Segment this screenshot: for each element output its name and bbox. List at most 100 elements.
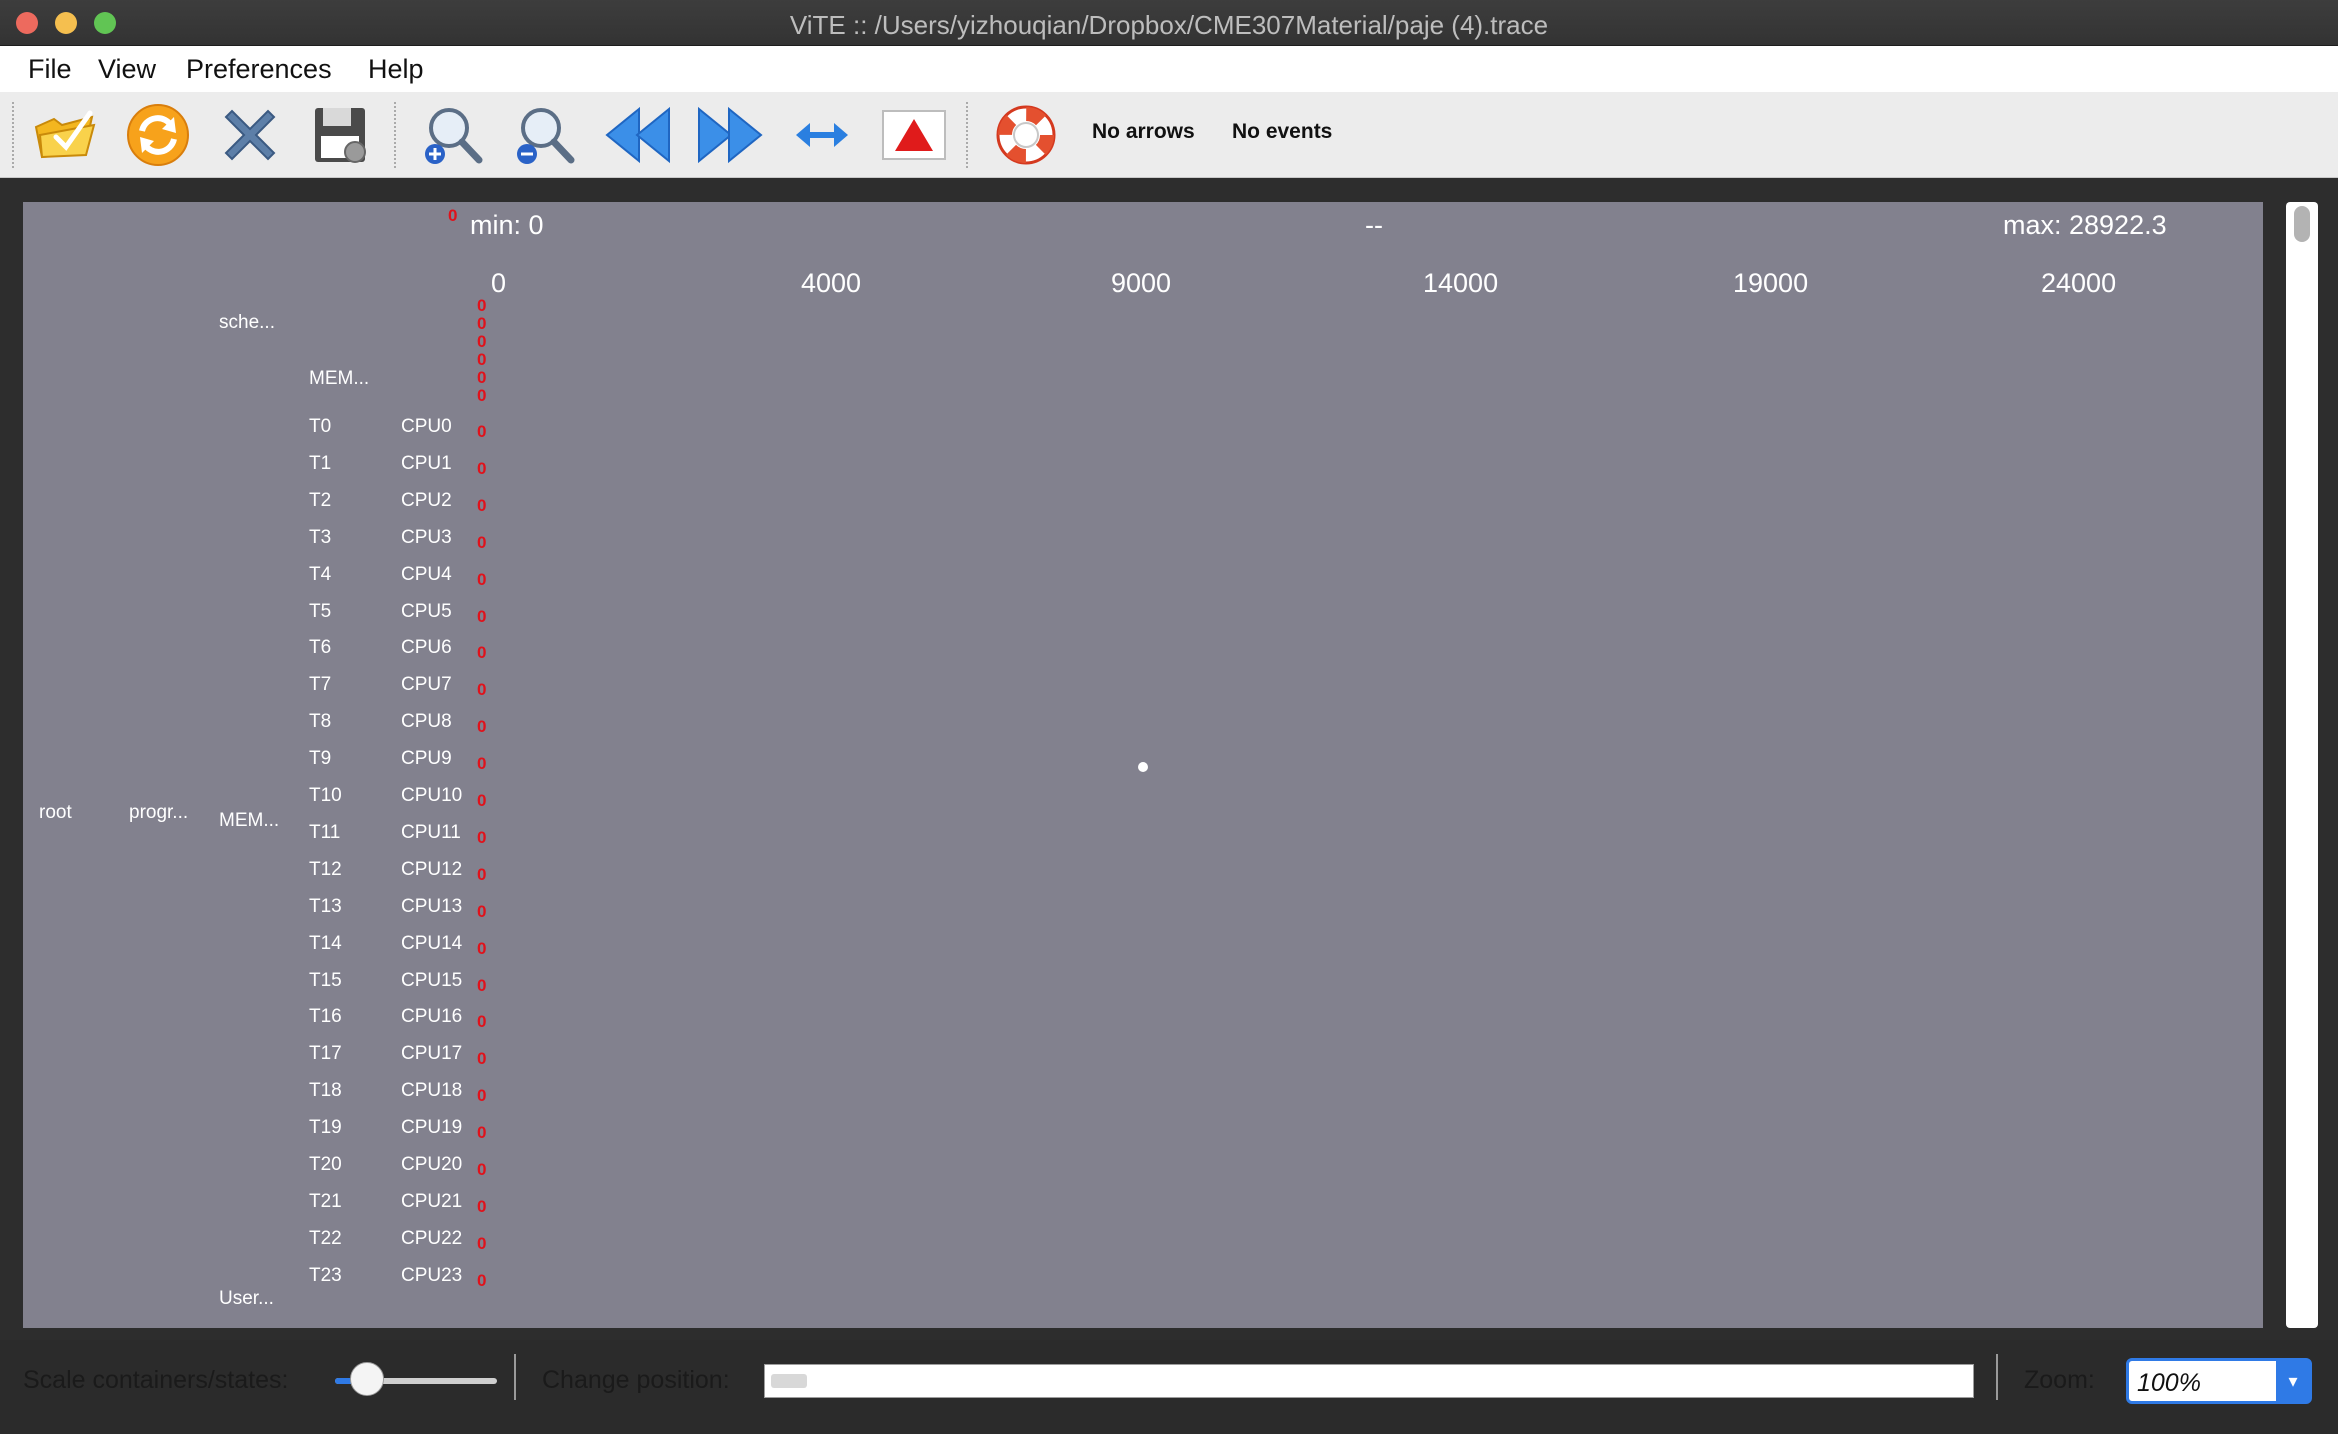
- container-thread[interactable]: T21: [309, 1191, 342, 1213]
- container-thread[interactable]: T0: [309, 416, 331, 438]
- events-toggle[interactable]: No events: [1232, 120, 1332, 144]
- container-cpu[interactable]: CPU1: [401, 453, 452, 475]
- container-thread[interactable]: T1: [309, 453, 331, 475]
- container-thread[interactable]: T4: [309, 564, 331, 586]
- fit-width-button[interactable]: [784, 98, 860, 172]
- close-trace-button[interactable]: [212, 98, 288, 172]
- container-cpu[interactable]: CPU16: [401, 1006, 462, 1028]
- container-cpu[interactable]: CPU11: [401, 822, 461, 844]
- container-thread[interactable]: T6: [309, 637, 331, 659]
- container-cpu[interactable]: CPU12: [401, 859, 462, 881]
- container-cpu[interactable]: CPU19: [401, 1117, 462, 1139]
- window-title: ViTE :: /Users/yizhouqian/Dropbox/CME307…: [789, 10, 1549, 40]
- position-scrollbar-thumb[interactable]: [771, 1374, 807, 1388]
- toolbar-separator: [394, 102, 398, 168]
- time-tick: 24000: [2041, 268, 2117, 298]
- trace-canvas[interactable]: 0 min: 0 -- max: 28922.3 0 4000 9000 140…: [23, 202, 2263, 1328]
- zoom-label: Zoom:: [2024, 1366, 2095, 1394]
- container-thread[interactable]: T20: [309, 1154, 342, 1176]
- container-cpu[interactable]: CPU21: [401, 1191, 462, 1213]
- container-cpu[interactable]: CPU14: [401, 933, 462, 955]
- open-folder-icon: [34, 110, 96, 159]
- goto-end-button[interactable]: [692, 98, 768, 172]
- container-cpu[interactable]: CPU7: [401, 674, 452, 696]
- container-scheduler[interactable]: sche...: [219, 312, 275, 334]
- state-marker: 0: [477, 1160, 487, 1179]
- chevron-down-icon[interactable]: ▾: [2276, 1360, 2310, 1402]
- time-tick: 14000: [1423, 268, 1499, 298]
- container-thread[interactable]: T16: [309, 1006, 342, 1028]
- help-button[interactable]: [988, 98, 1064, 172]
- container-cpu[interactable]: CPU4: [401, 564, 452, 586]
- container-cpu[interactable]: CPU23: [401, 1265, 462, 1287]
- container-cpu[interactable]: CPU13: [401, 896, 462, 918]
- reload-button[interactable]: [120, 98, 196, 172]
- container-thread[interactable]: T22: [309, 1228, 342, 1250]
- container-cpu[interactable]: CPU9: [401, 748, 452, 770]
- container-root[interactable]: root: [39, 802, 72, 824]
- state-marker: 0: [477, 1271, 487, 1290]
- menu-preferences[interactable]: Preferences: [186, 54, 332, 85]
- goto-start-button[interactable]: [600, 98, 676, 172]
- state-marker: 0: [477, 368, 487, 387]
- state-marker: 0: [477, 791, 487, 810]
- bottom-bar: Scale containers/states: Change position…: [0, 1340, 2338, 1434]
- container-cpu[interactable]: CPU22: [401, 1228, 462, 1250]
- menu-file[interactable]: File: [28, 54, 72, 85]
- show-states-button[interactable]: [876, 98, 952, 172]
- state-marker: 0: [477, 533, 487, 552]
- container-thread[interactable]: T5: [309, 601, 331, 623]
- container-thread[interactable]: T3: [309, 527, 331, 549]
- scale-slider-handle[interactable]: [350, 1362, 384, 1396]
- container-thread[interactable]: T23: [309, 1265, 342, 1287]
- position-scrollbar[interactable]: [764, 1364, 1974, 1398]
- container-cpu[interactable]: CPU5: [401, 601, 452, 623]
- container-cpu[interactable]: CPU10: [401, 785, 462, 807]
- container-cpu[interactable]: CPU8: [401, 711, 452, 733]
- container-cpu[interactable]: CPU15: [401, 970, 462, 992]
- menu-view[interactable]: View: [98, 54, 156, 85]
- zoom-combobox[interactable]: 100% ▾: [2126, 1358, 2312, 1404]
- menu-help[interactable]: Help: [368, 54, 424, 85]
- container-cpu[interactable]: CPU6: [401, 637, 452, 659]
- help-icon: [996, 105, 1056, 165]
- arrows-toggle[interactable]: No arrows: [1092, 120, 1195, 144]
- container-thread[interactable]: T11: [309, 822, 340, 844]
- container-thread[interactable]: T15: [309, 970, 342, 992]
- container-cpu[interactable]: CPU2: [401, 490, 452, 512]
- container-thread[interactable]: T8: [309, 711, 331, 733]
- container-thread[interactable]: T18: [309, 1080, 342, 1102]
- container-thread[interactable]: T7: [309, 674, 331, 696]
- container-cpu[interactable]: CPU18: [401, 1080, 462, 1102]
- container-memory[interactable]: MEM...: [219, 810, 279, 832]
- container-thread[interactable]: T10: [309, 785, 342, 807]
- container-thread[interactable]: T9: [309, 748, 331, 770]
- zoom-in-button[interactable]: [414, 98, 490, 172]
- container-memory-upper[interactable]: MEM...: [309, 368, 369, 390]
- container-thread[interactable]: T19: [309, 1117, 342, 1139]
- zoom-input[interactable]: 100%: [2137, 1369, 2201, 1398]
- reload-icon: [127, 104, 189, 166]
- vertical-scrollbar-thumb[interactable]: [2294, 206, 2310, 242]
- title-bar: ViTE :: /Users/yizhouqian/Dropbox/CME307…: [0, 0, 2338, 46]
- container-thread[interactable]: T13: [309, 896, 342, 918]
- state-marker: 0: [477, 1012, 487, 1031]
- container-cpu[interactable]: CPU20: [401, 1154, 462, 1176]
- container-program[interactable]: progr...: [129, 802, 188, 824]
- container-thread[interactable]: T2: [309, 490, 331, 512]
- container-user[interactable]: User...: [219, 1288, 274, 1310]
- min-label: min: 0: [470, 210, 544, 240]
- save-button[interactable]: [302, 98, 378, 172]
- container-cpu[interactable]: CPU17: [401, 1043, 462, 1065]
- state-marker: 0: [477, 828, 487, 847]
- open-file-button[interactable]: [28, 98, 104, 172]
- container-thread[interactable]: T17: [309, 1043, 342, 1065]
- container-thread[interactable]: T14: [309, 933, 342, 955]
- vertical-scrollbar[interactable]: [2286, 202, 2318, 1328]
- state-marker: 0: [477, 350, 487, 369]
- state-marker: 0: [477, 717, 487, 736]
- container-cpu[interactable]: CPU0: [401, 416, 452, 438]
- container-thread[interactable]: T12: [309, 859, 342, 881]
- zoom-out-button[interactable]: [506, 98, 582, 172]
- container-cpu[interactable]: CPU3: [401, 527, 452, 549]
